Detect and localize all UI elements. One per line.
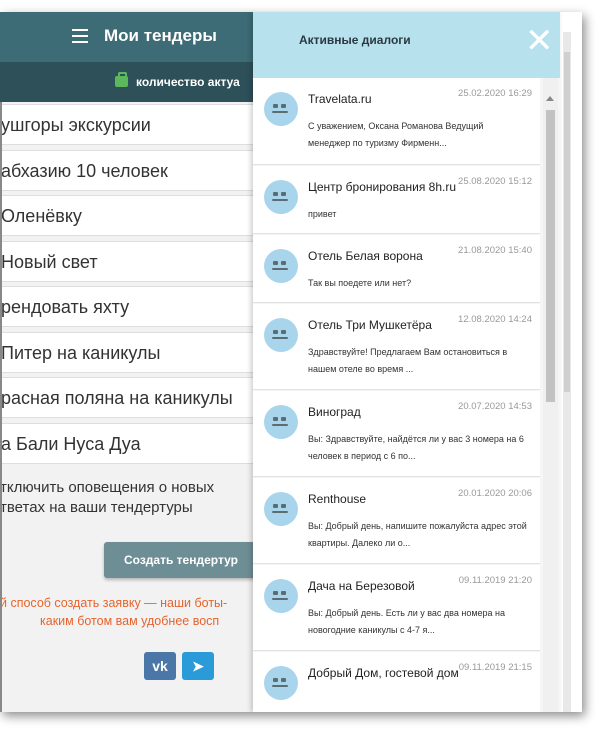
dialog-message: Здравствуйте! Предлагаем Вам остановитьс…	[308, 347, 508, 374]
avatar	[264, 318, 298, 352]
dialog-message: Так вы поедете или нет?	[308, 278, 412, 288]
tender-item[interactable]: расная поляна на каникулы	[0, 377, 260, 418]
panel-title: Активные диалоги	[299, 33, 411, 47]
dialog-date: 12.08.2020 14:24	[458, 314, 532, 325]
app-window: Мои тендеры количество актуа ушгоры экск…	[0, 12, 582, 712]
dialog-message: Вы: Добрый день. Есть ли у вас два номер…	[308, 608, 506, 635]
notice-line: тключить оповещения о новых	[0, 479, 215, 496]
dialog-message: Вы: Здравствуйте, найдётся ли у вас 3 но…	[308, 434, 524, 461]
dialog-item[interactable]: Renthouse 20.01.2020 20:06 Вы: Добрый де…	[253, 478, 540, 564]
dialog-item[interactable]: Добрый Дом, гостевой дом 09.11.2019 21:1…	[253, 652, 540, 712]
dialog-date: 20.07.2020 14:53	[458, 401, 532, 412]
tender-item[interactable]: рендовать яхту	[0, 286, 260, 327]
page-title: Мои тендеры	[104, 26, 217, 45]
avatar	[264, 405, 298, 439]
dialog-message: привет	[308, 209, 337, 219]
dialog-date: 25.08.2020 15:12	[458, 176, 532, 187]
vk-icon[interactable]: vk	[144, 652, 176, 680]
dialog-item[interactable]: Виноград 20.07.2020 14:53 Вы: Здравствуй…	[253, 391, 540, 477]
dialog-item[interactable]: Дача на Березовой 09.11.2019 21:20 Вы: Д…	[253, 565, 540, 651]
dialog-date: 25.02.2020 16:29	[458, 88, 532, 99]
bots-info: й способ создать заявку — наши боты- как…	[0, 594, 260, 630]
dialog-name: Отель Белая ворона	[308, 249, 423, 263]
tender-item[interactable]: абхазию 10 человек	[0, 149, 260, 191]
avatar	[264, 579, 298, 613]
header-bar: Мои тендеры	[0, 12, 260, 62]
tender-item[interactable]: Оленёвку	[0, 195, 260, 236]
dialog-item[interactable]: Центр бронирования 8h.ru 25.08.2020 15:1…	[253, 166, 540, 234]
telegram-icon[interactable]: ➤	[182, 652, 214, 680]
avatar	[264, 666, 298, 700]
bots-line: й способ создать заявку — наши боты-	[0, 596, 228, 610]
dialog-date: 09.11.2019 21:20	[458, 575, 532, 586]
avatar	[264, 492, 298, 526]
dialog-list: Travelata.ru 25.02.2020 16:29 С уважение…	[253, 78, 543, 712]
dialog-name: Дача на Березовой	[308, 579, 415, 593]
tenders-page: Мои тендеры количество актуа ушгоры экск…	[0, 12, 260, 712]
dialog-date: 20.01.2020 20:06	[458, 488, 532, 499]
panel-header: Активные диалоги ✕	[253, 12, 560, 78]
dialog-message: Вы: Добрый день, напишите пожалуйста адр…	[308, 521, 527, 548]
scroll-up-icon[interactable]	[546, 96, 554, 101]
dialog-name: Виноград	[308, 405, 361, 419]
notifications-notice[interactable]: тключить оповещения о новых тветах на ва…	[0, 478, 260, 518]
bots-line: каким ботом вам удобнее восп	[40, 614, 220, 628]
dialog-name: Добрый Дом, гостевой дом	[308, 666, 459, 680]
dialog-name: Renthouse	[308, 492, 367, 506]
dialog-name: Отель Три Мушкетёра	[308, 318, 432, 332]
tender-item[interactable]: Новый свет	[0, 240, 260, 282]
close-icon[interactable]: ✕	[525, 24, 554, 58]
count-text: количество актуа	[136, 75, 240, 89]
dialog-item[interactable]: Отель Белая ворона 21.08.2020 15:40 Так …	[253, 235, 540, 303]
active-dialogs-panel: Активные диалоги ✕ Travelata.ru 25.02.20…	[253, 12, 560, 712]
list-icon[interactable]	[72, 29, 88, 43]
dialog-name: Центр бронирования 8h.ru	[308, 180, 457, 194]
dialog-date: 09.11.2019 21:15	[458, 662, 532, 673]
divider	[0, 102, 2, 712]
dialog-message: С уважением, Оксана Романова Ведущий мен…	[308, 121, 484, 148]
notice-line: тветах на ваши тендертуры	[0, 499, 193, 516]
dialog-date: 21.08.2020 15:40	[458, 245, 532, 256]
count-bar: количество актуа	[0, 62, 260, 102]
avatar	[264, 249, 298, 283]
avatar	[264, 180, 298, 214]
dialog-name: Travelata.ru	[308, 92, 372, 106]
tender-item[interactable]: а Бали Нуса Дуа	[0, 422, 260, 464]
briefcase-icon	[115, 72, 128, 87]
page-scrollbar[interactable]	[563, 32, 571, 712]
create-tender-button[interactable]: Создать тендертур	[104, 542, 260, 578]
page-scrollbar-thumb[interactable]	[564, 52, 570, 392]
tender-item[interactable]: ушгоры экскурсии	[0, 104, 260, 145]
dialog-scrollbar[interactable]	[543, 78, 558, 712]
dialog-item[interactable]: Отель Три Мушкетёра 12.08.2020 14:24 Здр…	[253, 304, 540, 390]
tender-list: ушгоры экскурсии абхазию 10 человек Олен…	[0, 104, 260, 468]
scrollbar-thumb[interactable]	[546, 110, 555, 402]
dialog-item[interactable]: Travelata.ru 25.02.2020 16:29 С уважение…	[253, 78, 540, 165]
tender-item[interactable]: Питер на каникулы	[0, 331, 260, 373]
avatar	[264, 92, 298, 126]
